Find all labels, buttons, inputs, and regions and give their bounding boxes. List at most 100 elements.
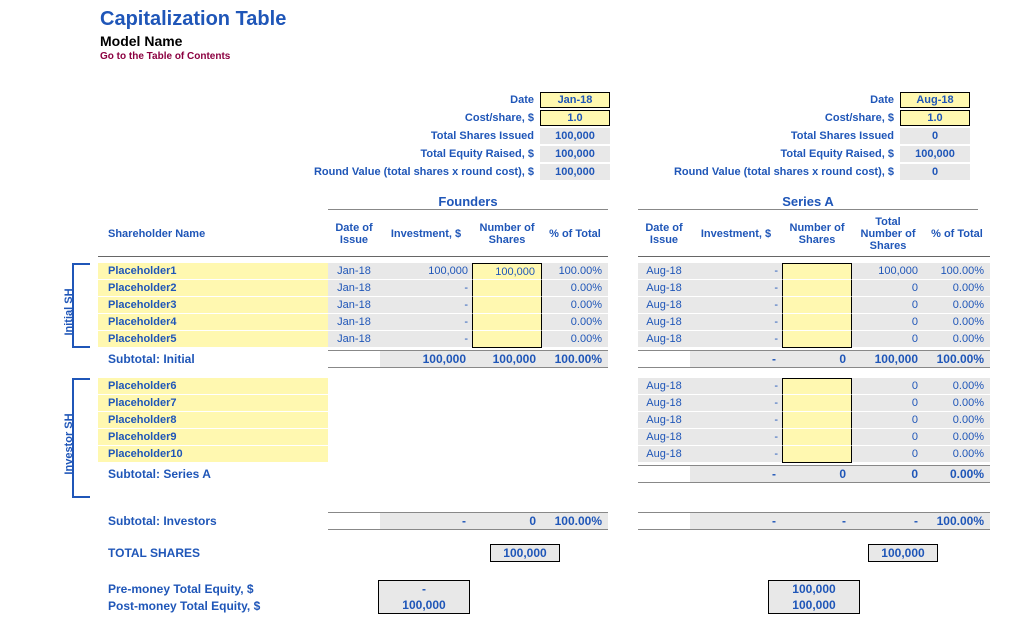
investment: - — [690, 297, 782, 314]
total-num-shares: 0 — [852, 412, 924, 429]
shareholder-name[interactable]: Placeholder5 — [98, 331, 328, 348]
shareholder-name[interactable]: Placeholder1 — [98, 263, 328, 280]
pct-total: 0.00% — [924, 331, 990, 348]
label-cost-share: Cost/share, $ — [670, 112, 894, 124]
investment: - — [690, 429, 782, 446]
seriesa-date[interactable]: Aug-18 — [900, 92, 970, 108]
pct-total: 0.00% — [924, 429, 990, 446]
post-money-equity-row: Post-money Total Equity, $ 100,000 100,0… — [98, 597, 1014, 614]
table-row: Placeholder1Jan-18100,000100,000100.00%A… — [90, 263, 1014, 280]
investment: - — [690, 412, 782, 429]
date-of-issue: Jan-18 — [328, 314, 380, 331]
num-shares-input[interactable] — [472, 280, 542, 297]
table-row: Placeholder4Jan-18-0.00%Aug-18-00.00% — [90, 314, 1014, 331]
num-shares-input[interactable] — [782, 412, 852, 429]
pct-total: 0.00% — [924, 280, 990, 297]
pct-total: 0.00% — [924, 446, 990, 463]
table-row: Placeholder6Aug-18-00.00% — [90, 378, 1014, 395]
label-total-shares: Total Shares Issued — [670, 130, 894, 142]
pct-total: 0.00% — [542, 280, 608, 297]
pct-total: 0.00% — [542, 331, 608, 348]
founders-cost-share[interactable]: 1.0 — [540, 110, 610, 126]
total-shares-row: TOTAL SHARES 100,000 100,000 — [98, 544, 1014, 562]
seriesa-total-shares: 0 — [900, 128, 970, 144]
pct-total: 100.00% — [924, 263, 990, 280]
num-shares-input[interactable] — [472, 331, 542, 348]
investor-sh-section: Investor SH Placeholder6Aug-18-00.00%Pla… — [10, 378, 1014, 498]
shareholder-name[interactable]: Placeholder3 — [98, 297, 328, 314]
num-shares-input[interactable] — [782, 297, 852, 314]
seriesa-cost-share[interactable]: 1.0 — [900, 110, 970, 126]
date-of-issue: Aug-18 — [638, 395, 690, 412]
founders-total-shares: 100,000 — [540, 128, 610, 144]
seriesa-round-value: 0 — [900, 164, 970, 180]
num-shares-input[interactable] — [472, 297, 542, 314]
round-header-founders: Founders — [328, 194, 608, 210]
shareholder-name[interactable]: Placeholder7 — [98, 395, 328, 412]
shareholder-name[interactable]: Placeholder8 — [98, 412, 328, 429]
pct-total: 0.00% — [924, 297, 990, 314]
page-title: Capitalization Table — [100, 8, 1014, 31]
total-num-shares: 0 — [852, 297, 924, 314]
num-shares-input[interactable] — [782, 378, 852, 395]
colh-pct-total: % of Total — [542, 212, 608, 257]
investment: 100,000 — [380, 263, 472, 280]
num-shares-input[interactable]: 100,000 — [472, 263, 542, 280]
label-total-shares: Total Shares Issued — [310, 130, 534, 142]
investment: - — [690, 263, 782, 280]
label-total-equity: Total Equity Raised, $ — [310, 148, 534, 160]
shareholder-name[interactable]: Placeholder4 — [98, 314, 328, 331]
table-row: Placeholder5Jan-18-0.00%Aug-18-00.00% — [90, 331, 1014, 348]
table-row: Placeholder7Aug-18-00.00% — [90, 395, 1014, 412]
num-shares-input[interactable] — [782, 331, 852, 348]
subtotal-initial: Subtotal: Initial 100,000 100,000 100.00… — [98, 350, 1014, 368]
num-shares-input[interactable] — [472, 314, 542, 331]
colh-num-shares: Number of Shares — [782, 212, 852, 257]
post-money-founders: 100,000 — [378, 597, 470, 614]
colh-num-shares: Number of Shares — [472, 212, 542, 257]
column-headers: Shareholder Name Date of Issue Investmen… — [10, 212, 1014, 257]
investment: - — [380, 331, 472, 348]
investment: - — [380, 314, 472, 331]
model-name: Model Name — [100, 33, 1014, 49]
label-date: Date — [310, 94, 534, 106]
date-of-issue: Aug-18 — [638, 429, 690, 446]
total-num-shares: 0 — [852, 331, 924, 348]
shareholder-name[interactable]: Placeholder10 — [98, 446, 328, 463]
investment: - — [690, 446, 782, 463]
num-shares-input[interactable] — [782, 429, 852, 446]
investment: - — [380, 297, 472, 314]
shareholder-name[interactable]: Placeholder2 — [98, 280, 328, 297]
num-shares-input[interactable] — [782, 395, 852, 412]
date-of-issue: Jan-18 — [328, 297, 380, 314]
pct-total: 0.00% — [924, 412, 990, 429]
shareholder-name[interactable]: Placeholder6 — [98, 378, 328, 395]
investment: - — [690, 331, 782, 348]
num-shares-input[interactable] — [782, 314, 852, 331]
investment: - — [690, 378, 782, 395]
toc-link[interactable]: Go to the Table of Contents — [100, 51, 1014, 62]
founders-date[interactable]: Jan-18 — [540, 92, 610, 108]
pct-total: 0.00% — [924, 395, 990, 412]
colh-date-issue: Date of Issue — [638, 212, 690, 257]
label-round-value: Round Value (total shares x round cost),… — [670, 166, 894, 178]
total-num-shares: 0 — [852, 429, 924, 446]
investment: - — [690, 314, 782, 331]
num-shares-input[interactable] — [782, 446, 852, 463]
table-row: Placeholder10Aug-18-00.00% — [90, 446, 1014, 463]
colh-investment: Investment, $ — [690, 212, 782, 257]
colh-total-num-shares: Total Number of Shares — [852, 212, 924, 257]
founders-total-equity: 100,000 — [540, 146, 610, 162]
num-shares-input[interactable] — [782, 280, 852, 297]
shareholder-name[interactable]: Placeholder9 — [98, 429, 328, 446]
investment: - — [690, 280, 782, 297]
seriesa-summary: Date Aug-18 Cost/share, $ 1.0 Total Shar… — [670, 92, 970, 180]
table-row: Placeholder2Jan-18-0.00%Aug-18-00.00% — [90, 280, 1014, 297]
date-of-issue: Aug-18 — [638, 263, 690, 280]
founders-round-value: 100,000 — [540, 164, 610, 180]
date-of-issue: Jan-18 — [328, 331, 380, 348]
label-cost-share: Cost/share, $ — [310, 112, 534, 124]
num-shares-input[interactable] — [782, 263, 852, 280]
date-of-issue: Aug-18 — [638, 446, 690, 463]
total-num-shares: 0 — [852, 395, 924, 412]
